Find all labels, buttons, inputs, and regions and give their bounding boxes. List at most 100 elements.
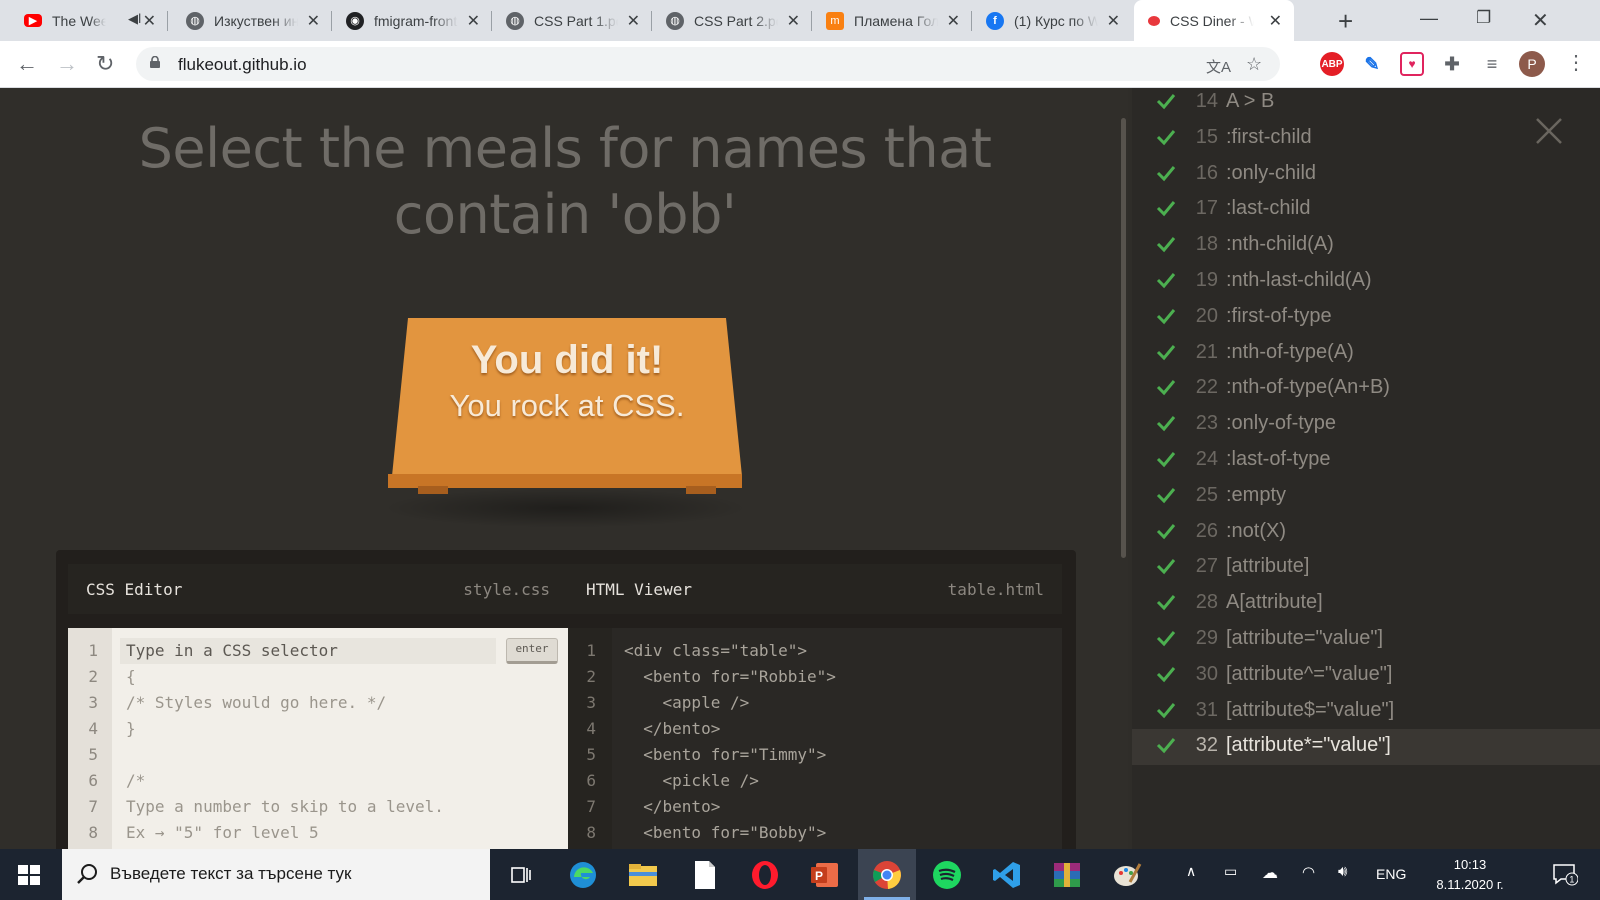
search-placeholder: Въведете текст за търсене тук [110,864,352,883]
forward-icon[interactable]: → [56,51,78,77]
tab-css-diner[interactable]: CSS Diner - Where we feast on CSS Select… [1134,0,1294,41]
document-icon[interactable] [676,849,734,900]
media-control-icon[interactable]: ≡ [1480,52,1504,76]
task-view-icon[interactable] [492,849,550,900]
restore-icon[interactable]: ❐ [1476,8,1491,28]
code-line[interactable]: 8 <bento for="Bobby"> [568,820,1048,846]
level-number: 22 [1195,376,1218,399]
level-item[interactable]: 19:nth-last-child(A) [1132,264,1600,300]
close-tab-icon[interactable]: ✕ [143,11,156,31]
file-explorer-icon[interactable] [614,849,672,900]
chrome-icon[interactable] [858,849,916,900]
level-item[interactable]: 29 [attribute="value"] [1132,622,1600,658]
level-item[interactable]: 23:only-of-type [1132,407,1600,443]
paint-icon[interactable] [1098,849,1156,900]
code-line[interactable]: 2 <bento for="Robbie"> [568,664,1048,690]
bookmark-star-icon[interactable]: ☆ [1246,54,1262,75]
volume-icon[interactable]: 🔊︎ [1338,863,1347,880]
level-item[interactable]: 30 [attribute^="value"] [1132,658,1600,694]
back-icon[interactable]: ← [16,51,38,77]
new-tab-icon[interactable]: + [1338,6,1353,37]
vscode-icon[interactable] [978,849,1036,900]
onedrive-cloud-icon[interactable]: ☁ [1262,863,1278,883]
opera-icon[interactable] [736,849,794,900]
code-text: </bento> [624,797,721,816]
tab-youtube[interactable]: ▶ The Weeknd ◀ǀ ✕ [10,0,168,41]
minimize-icon[interactable]: — [1420,8,1438,29]
enter-button[interactable]: enter [506,638,558,664]
close-tab-icon[interactable]: ✕ [307,11,320,31]
tab-ai[interactable]: ◍ Изкуствен интелект ✕ [172,0,332,41]
close-tab-icon[interactable]: ✕ [1269,11,1282,31]
level-item[interactable]: 21:nth-of-type(A) [1132,336,1600,372]
chevron-up-icon[interactable]: ∧ [1186,863,1196,880]
level-instruction: Select the meals for names that contain … [138,117,992,246]
level-item[interactable]: 18:nth-child(A) [1132,228,1600,264]
extensions-puzzle-icon[interactable]: ✚ [1440,52,1464,76]
tab-facebook[interactable]: f (1) Курс по Web ✕ [972,0,1132,41]
level-item[interactable]: 20:first-of-type [1132,300,1600,336]
notification-center-icon[interactable]: 1 [1552,862,1578,886]
level-number: 31 [1195,698,1218,721]
level-item[interactable]: 25:empty [1132,479,1600,515]
level-item[interactable]: 27 [attribute] [1132,550,1600,586]
code-line[interactable]: 1 <div class="table"> [568,638,1048,664]
code-line[interactable]: 6 <pickle /> [568,768,1048,794]
tab-moodle[interactable]: m Пламена Големанова ✕ [812,0,972,41]
system-clock[interactable]: 10:13 8.11.2020 г. [1420,855,1520,895]
tab-css-part-2[interactable]: ◍ CSS Part 2.pdf ✕ [652,0,812,41]
adblock-plus-icon[interactable]: ABP [1320,52,1344,76]
tab-css-part-1[interactable]: ◍ CSS Part 1.pdf ✕ [492,0,652,41]
menu-dots-icon[interactable]: ⋮ [1566,50,1586,75]
table-shadow [380,488,750,528]
speaker-icon[interactable]: ◀ǀ [128,11,141,27]
win-subtitle: You rock at CSS. [449,388,685,423]
css-editor: enter 1 Type in a CSS selector 2{ 3/* Sty… [68,628,568,849]
level-item[interactable]: 16:only-child [1132,157,1600,193]
level-item[interactable]: 26:not(X) [1132,515,1600,551]
spotify-icon[interactable] [918,849,976,900]
wifi-icon[interactable]: ◠ [1302,863,1315,881]
level-number: 24 [1195,448,1218,470]
edge-icon[interactable] [554,849,612,900]
level-item[interactable]: 22:nth-of-type(An+B) [1132,371,1600,407]
windows-start-icon[interactable] [18,865,40,885]
level-item[interactable]: 31 [attribute$="value"] [1132,694,1600,730]
level-item[interactable]: 24:last-of-type [1132,443,1600,479]
close-tab-icon[interactable]: ✕ [627,11,640,31]
window-close-icon[interactable]: ✕ [1532,8,1549,33]
powerpoint-icon[interactable]: P [796,849,854,900]
level-item[interactable]: 32 [attribute*="value"] [1132,729,1600,766]
tab-title: Изкуствен интелект [214,12,298,29]
code-line[interactable]: 7 </bento> [568,794,1048,820]
level-item[interactable]: 14 A > B [1132,88,1600,121]
level-item[interactable]: 17:last-child [1132,192,1600,228]
address-bar[interactable]: flukeout.github.io 文A ☆ [136,47,1280,81]
code-text: <div class="table"> [624,641,808,660]
winrar-icon[interactable] [1038,849,1096,900]
tab-github[interactable]: ◉ fmigram-frontend ✕ [332,0,492,41]
close-tab-icon[interactable]: ✕ [467,11,480,31]
taskbar-search-box[interactable]: Въведете текст за търсене тук [62,849,490,900]
code-line[interactable]: 4 </bento> [568,716,1048,742]
level-item[interactable]: 15:first-child [1132,121,1600,157]
code-line[interactable]: 5 <bento for="Timmy"> [568,742,1048,768]
windows-taskbar: Въведете текст за търсене тук P ∧ ▭ ☁ ◠ … [0,849,1600,900]
battery-icon[interactable]: ▭ [1224,863,1237,880]
code-line[interactable]: 3 <apple /> [568,690,1048,716]
close-tab-icon[interactable]: ✕ [947,11,960,31]
close-tab-icon[interactable]: ✕ [787,11,800,31]
language-indicator[interactable]: ENG [1376,866,1406,882]
scrollbar[interactable] [1121,118,1126,558]
level-item[interactable]: 28 A[attribute] [1132,586,1600,622]
pen-extension-icon[interactable]: ✎ [1360,52,1384,76]
pocket-icon[interactable]: ♥ [1400,52,1424,76]
profile-avatar[interactable]: P [1519,51,1545,77]
translate-icon[interactable]: 文A [1206,56,1231,77]
checkmark-icon [1156,308,1176,325]
url-text[interactable]: flukeout.github.io [178,55,307,75]
reload-icon[interactable]: ↻ [96,51,114,77]
close-tab-icon[interactable]: ✕ [1107,11,1120,31]
level-number: 17 [1195,197,1218,220]
tab-title: CSS Part 2.pdf [694,12,778,29]
